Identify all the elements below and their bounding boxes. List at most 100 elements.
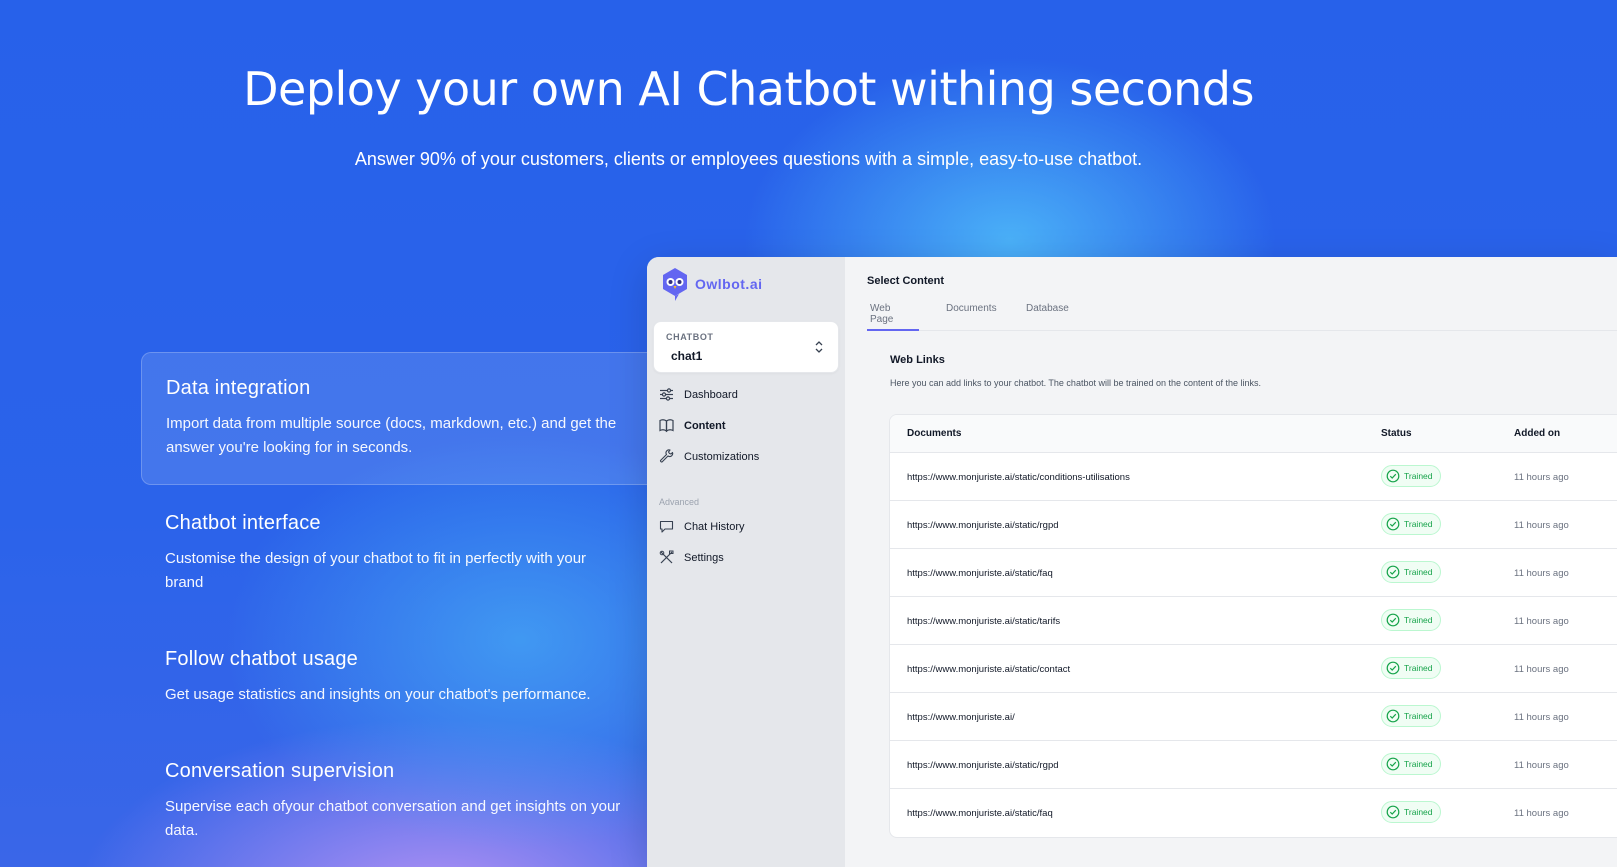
sidebar-item-content[interactable]: Content	[659, 418, 726, 433]
status-label: Trained	[1404, 663, 1433, 673]
feature-description: Import data from multiple source (docs, …	[166, 415, 617, 456]
owl-logo-icon	[663, 268, 687, 301]
added-on: 11 hours ago	[1514, 568, 1569, 579]
status-badge: Trained	[1381, 609, 1441, 631]
sidebar: Owlbot.ai CHATBOT chat1 Dashboard Conten…	[647, 257, 845, 867]
check-circle-icon	[1386, 757, 1400, 771]
main-content: Select Content Web Page Documents Databa…	[845, 257, 1617, 867]
tab-database[interactable]: Database	[1023, 301, 1072, 331]
document-url[interactable]: https://www.monjuriste.ai/static/tarifs	[907, 616, 1060, 627]
feature-chatbot-interface[interactable]: Chatbot interface Customise the design o…	[141, 488, 649, 619]
column-header-documents: Documents	[907, 428, 962, 439]
table-header: Documents Status Added on	[890, 415, 1617, 453]
status-badge: Trained	[1381, 705, 1441, 727]
check-circle-icon	[1386, 469, 1400, 483]
tab-documents[interactable]: Documents	[943, 301, 1000, 331]
document-url[interactable]: https://www.monjuriste.ai/static/faq	[907, 568, 1053, 579]
column-header-added-on: Added on	[1514, 428, 1561, 439]
column-header-status: Status	[1381, 428, 1412, 439]
added-on: 11 hours ago	[1514, 472, 1569, 483]
sidebar-section-advanced: Advanced	[659, 497, 700, 507]
added-on: 11 hours ago	[1514, 808, 1569, 819]
document-url[interactable]: https://www.monjuriste.ai/static/conditi…	[907, 472, 1130, 483]
tab-web-page[interactable]: Web Page	[867, 301, 919, 331]
table-row[interactable]: https://www.monjuriste.ai/Trained 11 hour…	[890, 693, 1617, 741]
status-label: Trained	[1404, 519, 1433, 529]
sidebar-item-dashboard[interactable]: Dashboard	[659, 387, 738, 402]
added-on: 11 hours ago	[1514, 664, 1569, 675]
feature-description: Get usage statistics and insights on you…	[165, 686, 591, 703]
feature-description: Supervise each ofyour chatbot conversati…	[165, 798, 621, 839]
section-description: Here you can add links to your chatbot. …	[890, 378, 1262, 388]
sidebar-item-label: Chat History	[684, 520, 745, 533]
app-preview: Owlbot.ai CHATBOT chat1 Dashboard Conten…	[647, 257, 1617, 867]
chevron-up-down-icon	[815, 341, 823, 353]
hero-title: Deploy your own AI Chatbot withing secon…	[243, 62, 1254, 116]
chat-icon	[659, 520, 674, 533]
status-label: Trained	[1404, 759, 1433, 769]
table-row[interactable]: https://www.monjuriste.ai/static/faq Trai…	[890, 549, 1617, 597]
table-row[interactable]: https://www.monjuriste.ai/static/contact…	[890, 645, 1617, 693]
chatbot-select-label: CHATBOT	[666, 332, 714, 342]
content-tabs: Web Page Documents Database	[867, 301, 1617, 331]
status-badge: Trained	[1381, 753, 1441, 775]
hero-subtitle: Answer 90% of your customers, clients or…	[354, 149, 1143, 169]
status-badge: Trained	[1381, 465, 1441, 487]
chatbot-select-value: chat1	[671, 349, 703, 363]
feature-title: Follow chatbot usage	[165, 648, 359, 670]
feature-data-integration[interactable]: Data integration Import data from multip…	[141, 352, 649, 485]
table-row[interactable]: https://www.monjuriste.ai/static/conditi…	[890, 453, 1617, 501]
feature-title: Data integration	[166, 377, 311, 399]
sidebar-item-label: Content	[684, 419, 726, 432]
tools-icon	[659, 550, 674, 564]
status-badge: Trained	[1381, 657, 1441, 679]
status-badge: Trained	[1381, 801, 1441, 823]
added-on: 11 hours ago	[1514, 712, 1569, 723]
status-label: Trained	[1404, 567, 1433, 577]
status-badge: Trained	[1381, 561, 1441, 583]
status-label: Trained	[1404, 807, 1433, 817]
check-circle-icon	[1386, 565, 1400, 579]
status-label: Trained	[1404, 615, 1433, 625]
sidebar-item-settings[interactable]: Settings	[659, 550, 724, 565]
status-badge: Trained	[1381, 513, 1441, 535]
status-label: Trained	[1404, 471, 1433, 481]
table-row[interactable]: https://www.monjuriste.ai/static/rgpd Tra…	[890, 501, 1617, 549]
feature-title: Conversation supervision	[165, 760, 395, 782]
table-row[interactable]: https://www.monjuriste.ai/static/faq Trai…	[890, 789, 1617, 837]
document-url[interactable]: https://www.monjuriste.ai/static/rgpd	[907, 520, 1059, 531]
web-links-table: Documents Status Added on https://www.mo…	[889, 414, 1617, 838]
added-on: 11 hours ago	[1514, 760, 1569, 771]
sidebar-item-customizations[interactable]: Customizations	[659, 449, 759, 464]
document-url[interactable]: https://www.monjuriste.ai/static/faq	[907, 808, 1053, 819]
check-circle-icon	[1386, 613, 1400, 627]
check-circle-icon	[1386, 709, 1400, 723]
book-icon	[659, 419, 674, 433]
check-circle-icon	[1386, 805, 1400, 819]
added-on: 11 hours ago	[1514, 520, 1569, 531]
table-row[interactable]: https://www.monjuriste.ai/static/tarifs T…	[890, 597, 1617, 645]
document-url[interactable]: https://www.monjuriste.ai/static/rgpd	[907, 760, 1059, 771]
sidebar-item-label: Customizations	[684, 450, 760, 463]
sidebar-item-label: Dashboard	[684, 388, 738, 401]
feature-description: Customise the design of your chatbot to …	[165, 550, 587, 591]
added-on: 11 hours ago	[1514, 616, 1569, 627]
sliders-icon	[660, 388, 673, 401]
feature-conversation-supervision[interactable]: Conversation supervision Supervise each …	[141, 736, 649, 867]
brand-logo[interactable]: Owlbot.ai	[662, 267, 763, 301]
check-circle-icon	[1386, 517, 1400, 531]
page-title: Select Content	[867, 275, 945, 287]
section-title: Web Links	[890, 354, 945, 366]
chatbot-select[interactable]: CHATBOT chat1	[653, 321, 839, 373]
document-url[interactable]: https://www.monjuriste.ai/static/contact	[907, 664, 1070, 675]
brand-name: Owlbot.ai	[695, 276, 763, 292]
feature-title: Chatbot interface	[165, 512, 321, 534]
check-circle-icon	[1386, 661, 1400, 675]
status-label: Trained	[1404, 711, 1433, 721]
feature-follow-usage[interactable]: Follow chatbot usage Get usage statistic…	[141, 624, 649, 731]
document-url[interactable]: https://www.monjuriste.ai/	[907, 712, 1015, 723]
table-row[interactable]: https://www.monjuriste.ai/static/rgpd Tra…	[890, 741, 1617, 789]
wrench-icon	[659, 449, 674, 463]
sidebar-item-label: Settings	[684, 551, 724, 564]
sidebar-item-chat-history[interactable]: Chat History	[659, 519, 745, 534]
